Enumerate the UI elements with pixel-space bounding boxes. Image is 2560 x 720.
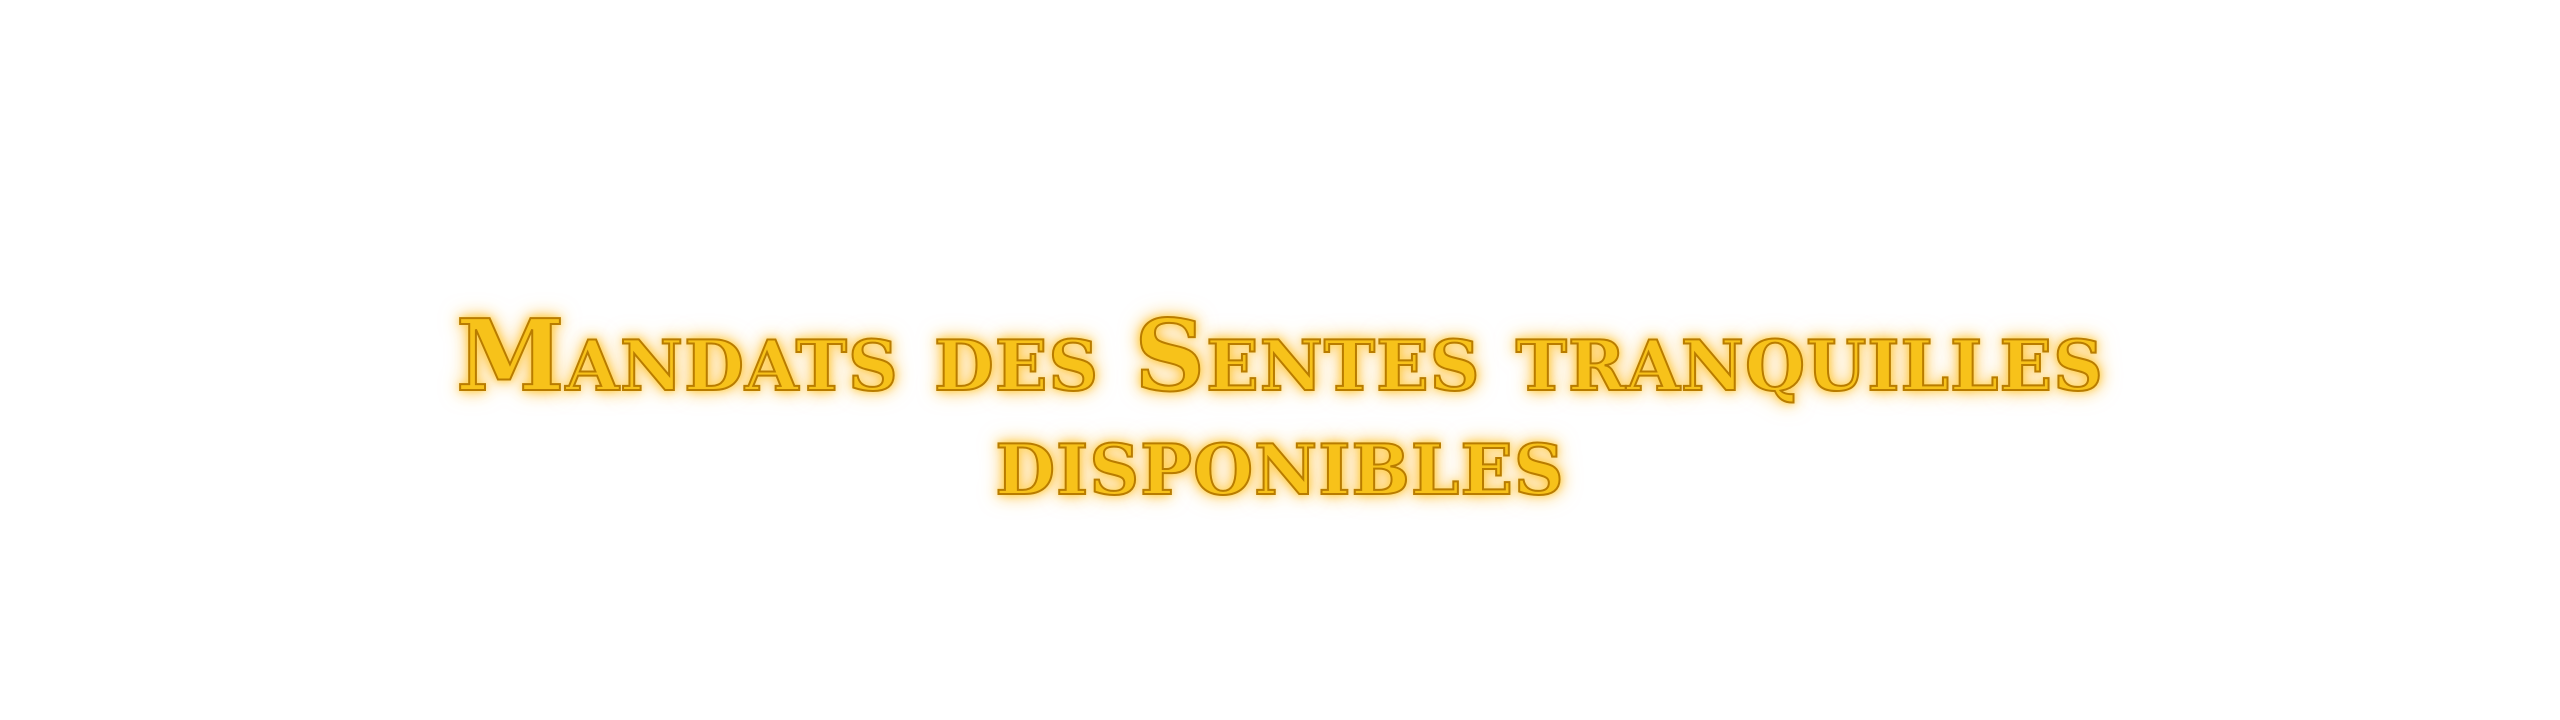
banner-title-line-2: disponibles (994, 403, 1565, 518)
banner-title-line-1: Mandats des Sentes tranquilles (455, 299, 2104, 414)
banner-title: Mandats des Sentes tranquilles disponibl… (0, 299, 2560, 518)
notification-banner: Mandats des Sentes tranquilles disponibl… (0, 0, 2560, 720)
